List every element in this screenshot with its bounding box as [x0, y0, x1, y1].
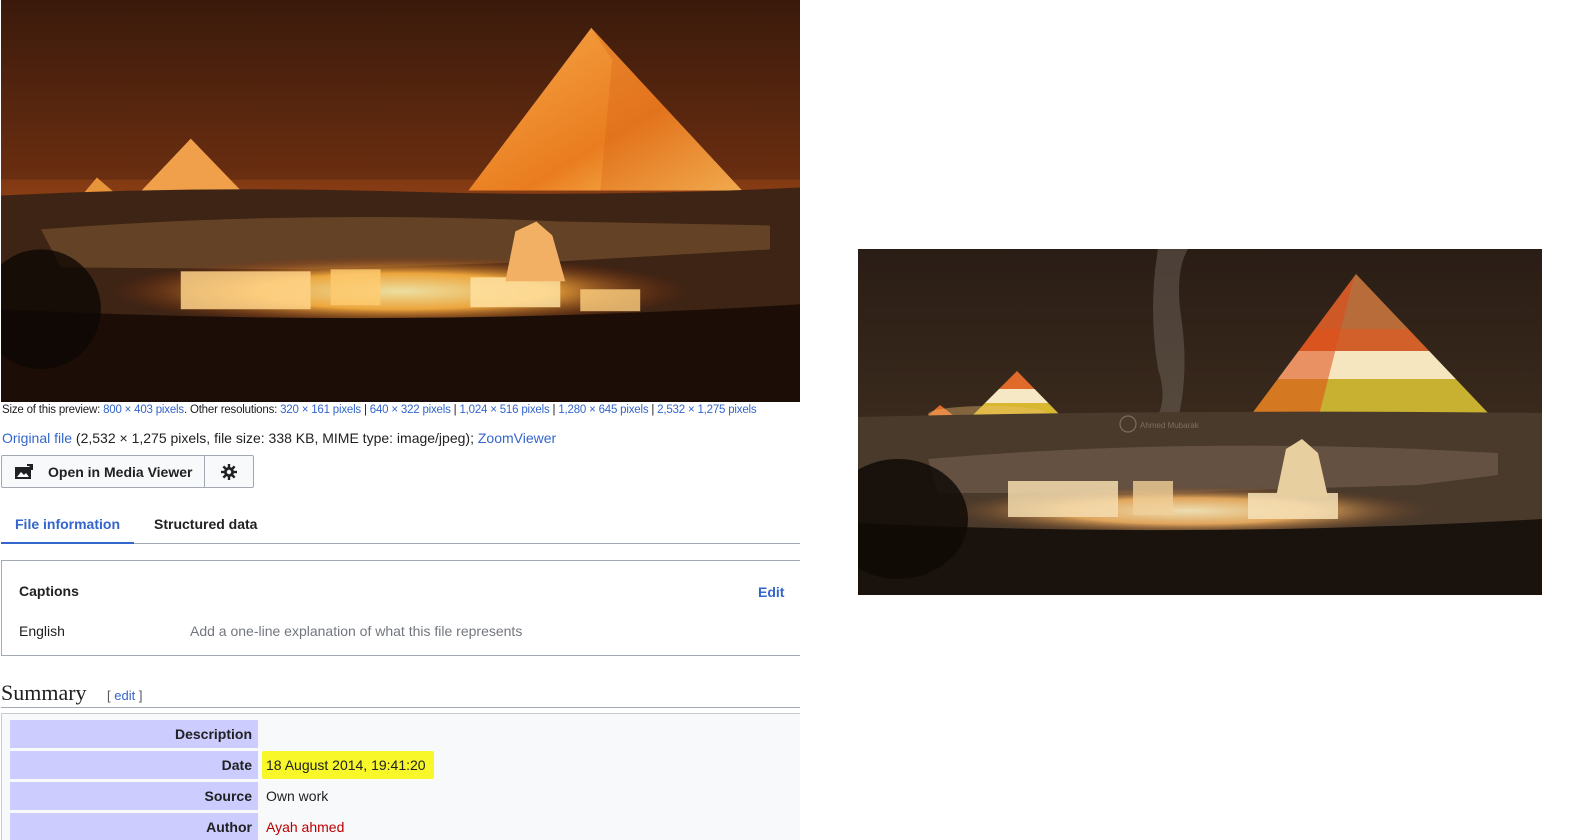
- zoomviewer-link[interactable]: ZoomViewer: [478, 430, 556, 446]
- original-file-link[interactable]: Original file: [2, 430, 72, 446]
- captions-panel: Captions Edit English Add a one-line exp…: [1, 560, 800, 656]
- summary-label-author: Author: [10, 813, 258, 840]
- original-file-details: (2,532 × 1,275 pixels, file size: 338 KB…: [72, 430, 478, 446]
- captions-title: Captions: [19, 583, 79, 599]
- watermark-text: Ahmed Mubarak: [1140, 421, 1200, 430]
- open-in-media-viewer-label: Open in Media Viewer: [48, 463, 193, 480]
- pyramids-night-preview-image[interactable]: [1, 0, 800, 402]
- separator: |: [648, 404, 658, 416]
- summary-value-date: 18 August 2014, 19:41:20: [262, 751, 434, 779]
- file-page-tabs: File information Structured data: [1, 508, 800, 544]
- summary-row-source: Source Own work: [10, 782, 800, 810]
- resolution-link-320[interactable]: 320 × 161 pixels: [280, 404, 361, 416]
- summary-row-author: Author Ayah ahmed: [10, 813, 800, 840]
- image-viewer-icon: [15, 463, 33, 479]
- media-viewer-button-group: Open in Media Viewer: [1, 455, 255, 488]
- pyramids-egypt-flag-lighting-image: Ahmed Mubarak: [858, 249, 1542, 595]
- separator: |: [549, 404, 559, 416]
- caption-placeholder-text: Add a one-line explanation of what this …: [190, 623, 523, 639]
- separator: |: [361, 404, 370, 416]
- summary-value-author-link[interactable]: Ayah ahmed: [266, 813, 344, 840]
- media-viewer-settings-button[interactable]: [205, 455, 255, 488]
- tab-structured-data[interactable]: Structured data: [140, 512, 271, 542]
- summary-heading: Summary [ edit ]: [1, 680, 800, 708]
- resolution-link-640[interactable]: 640 × 322 pixels: [370, 404, 451, 416]
- other-resolutions-label: . Other resolutions:: [183, 404, 281, 416]
- resolution-link-2532[interactable]: 2,532 × 1,275 pixels: [657, 404, 756, 416]
- summary-row-description: Description: [10, 720, 800, 748]
- summary-table: Description Date 18 August 2014, 19:41:2…: [1, 713, 800, 840]
- caption-language: English: [19, 623, 65, 639]
- summary-value-source: Own work: [266, 788, 329, 804]
- tab-file-information[interactable]: File information: [1, 512, 134, 544]
- summary-label-source: Source: [10, 782, 258, 810]
- summary-label-description: Description: [10, 720, 258, 748]
- summary-row-date: Date 18 August 2014, 19:41:20: [10, 751, 800, 779]
- file-page-left-panel: Size of this preview: 800 × 403 pixels. …: [0, 0, 800, 840]
- open-in-media-viewer-button[interactable]: Open in Media Viewer: [1, 455, 206, 488]
- preview-resolutions-line: Size of this preview: 800 × 403 pixels. …: [2, 404, 800, 416]
- summary-title: Summary: [1, 680, 87, 705]
- preview-size-link[interactable]: 800 × 403 pixels: [103, 404, 184, 416]
- summary-edit-link[interactable]: edit: [114, 688, 135, 703]
- preview-size-label: Size of this preview:: [2, 404, 104, 416]
- summary-edit-bracket-close: ]: [135, 688, 143, 703]
- summary-edit-section: [ edit ]: [107, 688, 142, 703]
- summary-label-date: Date: [10, 751, 258, 779]
- captions-edit-link[interactable]: Edit: [758, 584, 784, 600]
- gear-icon: [221, 463, 238, 480]
- original-file-line: Original file (2,532 × 1,275 pixels, fil…: [2, 430, 556, 446]
- resolution-link-1024[interactable]: 1,024 × 516 pixels: [459, 404, 549, 416]
- resolution-link-1280[interactable]: 1,280 × 645 pixels: [558, 404, 648, 416]
